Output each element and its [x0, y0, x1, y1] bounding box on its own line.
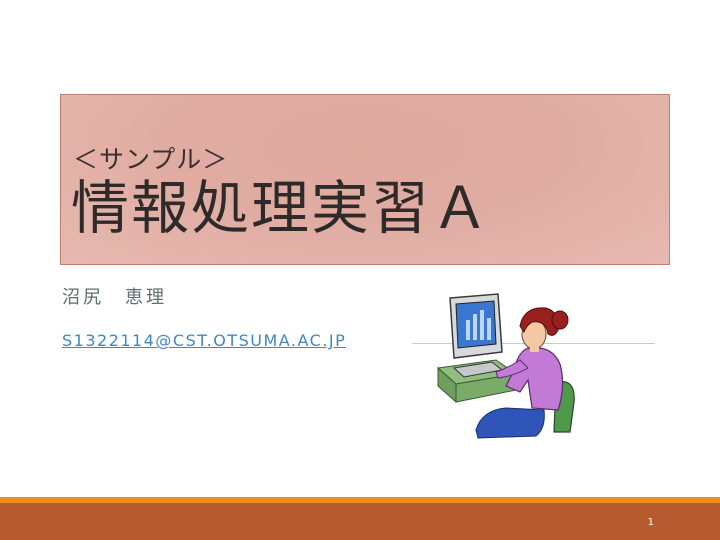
title-box: ＜サンプル＞ 情報処理実習Ａ [60, 94, 670, 265]
woman-at-computer-clipart-icon [436, 293, 575, 439]
author-name: 沼尻 恵理 [62, 287, 167, 308]
footer-bar: 1 [0, 503, 720, 540]
slide-title: 情報処理実習Ａ [71, 174, 492, 242]
email-link[interactable]: S1322114@CST.OTSUMA.AC.JP [62, 330, 346, 352]
slide-number: 1 [647, 517, 654, 528]
slide-subtitle: ＜サンプル＞ [73, 145, 229, 174]
